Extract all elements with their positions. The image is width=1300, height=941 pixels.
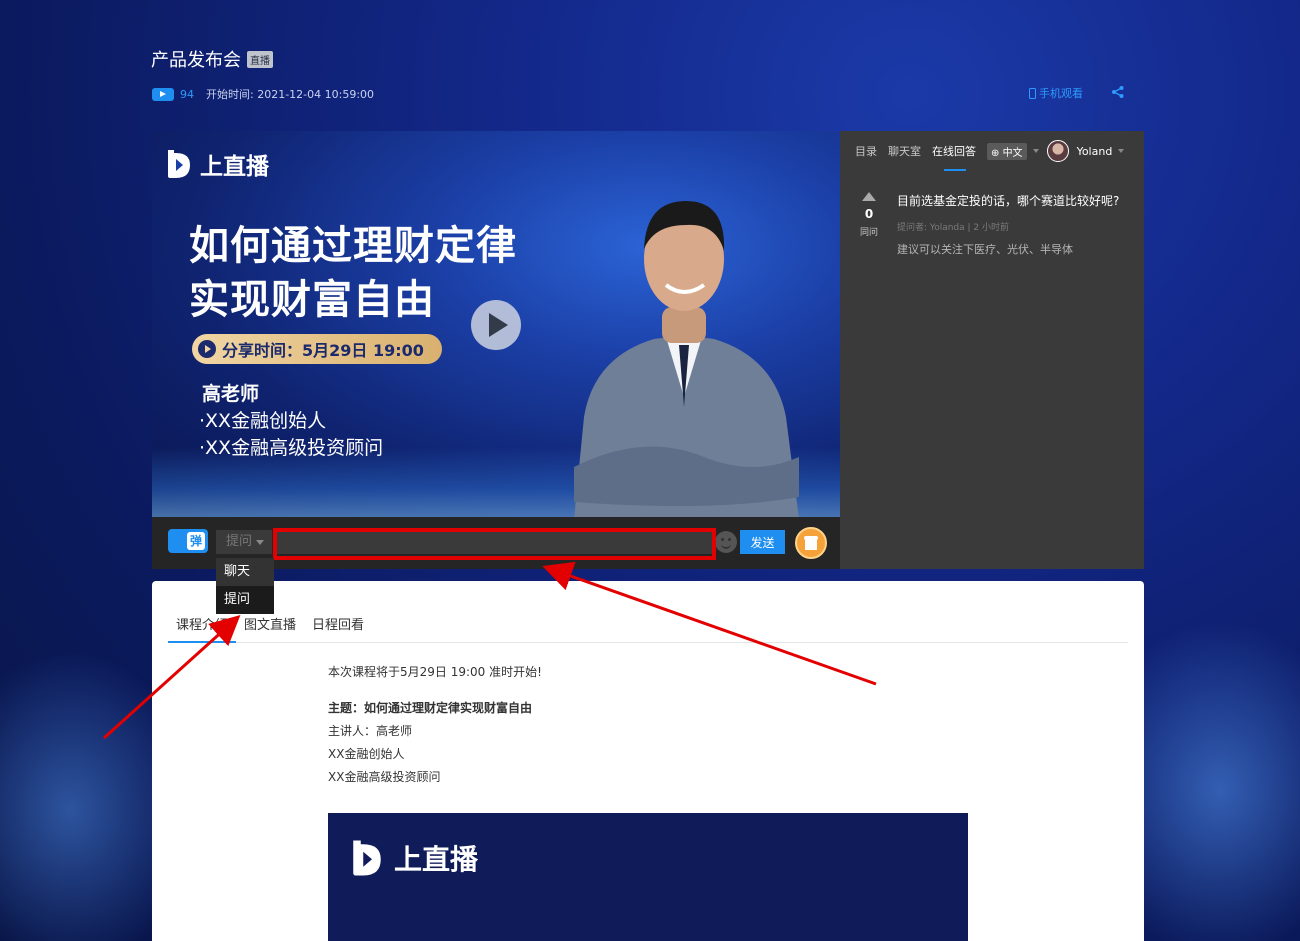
message-mode-value: 提问 xyxy=(226,534,253,549)
speaker-photo xyxy=(574,201,799,517)
qa-answer: 建议可以关注下医疗、光伏、半导体 xyxy=(897,243,1073,256)
tab-catalog[interactable]: 目录 xyxy=(855,143,877,159)
share-time-pill: 分享时间：5月29日 19:00 xyxy=(192,334,442,364)
dropdown-item-chat[interactable]: 聊天 xyxy=(216,558,274,586)
vote-column: 0 同问 xyxy=(860,192,878,238)
intro-topic: 主题：如何通过理财定律实现财富自由 xyxy=(328,701,533,715)
tab-chatroom[interactable]: 聊天室 xyxy=(888,143,921,159)
brand-name: 上直播 xyxy=(200,154,269,180)
share-icon[interactable] xyxy=(1111,85,1125,99)
live-badge: 直播 xyxy=(247,50,273,68)
emoji-icon[interactable] xyxy=(715,531,737,553)
poster-headline: 如何通过理财定律 实现财富自由 xyxy=(189,219,517,327)
phone-icon xyxy=(1029,87,1036,99)
view-count: 94 xyxy=(180,87,194,101)
brand-logo-icon xyxy=(353,840,381,876)
speaker-name: 高老师 xyxy=(202,383,260,405)
play-button[interactable] xyxy=(471,300,521,350)
upvote-icon[interactable] xyxy=(862,192,876,201)
video-views-icon xyxy=(152,87,174,101)
send-button[interactable]: 发送 xyxy=(740,530,785,554)
speaker-title-2: ·XX金融高级投资顾问 xyxy=(199,437,384,459)
brand-logo-icon xyxy=(168,150,190,178)
headline-line-2: 实现财富自由 xyxy=(189,277,435,323)
chevron-down-icon xyxy=(1032,149,1039,153)
vote-count: 0 xyxy=(864,207,874,221)
player-brand: 上直播 xyxy=(164,147,269,181)
same-question-label[interactable]: 同问 xyxy=(860,225,878,238)
headline-line-1: 如何通过理财定律 xyxy=(189,223,517,269)
dropdown-item-question[interactable]: 提问 xyxy=(216,586,274,614)
tab-schedule-replay[interactable]: 日程回看 xyxy=(304,617,372,643)
meta-row: 94 开始时间: 2021-12-04 10:59:00 xyxy=(152,86,374,102)
user-name[interactable]: Yoland xyxy=(1077,145,1113,158)
course-intro: 本次课程将于5月29日 19:00 准时开始! 主题：如何通过理财定律实现财富自… xyxy=(328,661,542,789)
language-value: 中文 xyxy=(1002,147,1023,159)
qa-question: 目前选基金定投的话，哪个赛道比较好呢? xyxy=(897,194,1120,208)
tab-text-live[interactable]: 图文直播 xyxy=(236,617,304,643)
content-panel: 课程介绍 图文直播 日程回看 本次课程将于5月29日 19:00 准时开始! 主… xyxy=(152,581,1144,941)
tab-course-intro[interactable]: 课程介绍 xyxy=(168,617,237,643)
language-select[interactable]: ⊕ 中文 xyxy=(987,142,1027,160)
side-tabs: 目录 聊天室 在线回答 ⊕ 中文 Yoland xyxy=(840,131,1144,171)
message-mode-select[interactable]: 提问 xyxy=(216,530,272,554)
video-player[interactable]: 上直播 如何通过理财定律 实现财富自由 分享时间：5月29日 19:00 高老师… xyxy=(152,131,840,517)
banner-brand-name: 上直播 xyxy=(394,843,479,876)
page-title: 产品发布会 直播 xyxy=(151,46,273,72)
speaker-title-1: ·XX金融创始人 xyxy=(199,410,327,432)
content-tabs: 课程介绍 图文直播 日程回看 xyxy=(168,617,1128,643)
play-circle-icon xyxy=(198,340,216,358)
mobile-watch-label: 手机观看 xyxy=(1039,87,1083,100)
start-time: 开始时间: 2021-12-04 10:59:00 xyxy=(206,88,375,101)
intro-line-2: XX金融高级投资顾问 xyxy=(328,770,441,784)
intro-line-1: XX金融创始人 xyxy=(328,747,405,761)
danmu-toggle[interactable]: 弹 xyxy=(168,529,208,553)
tab-online-answers[interactable]: 在线回答 xyxy=(932,143,976,171)
speaker-info: 高老师 ·XX金融创始人 ·XX金融高级投资顾问 xyxy=(199,381,383,462)
highlight-input-box xyxy=(273,528,716,560)
message-mode-dropdown: 聊天 提问 xyxy=(216,558,274,614)
intro-lead: 本次课程将于5月29日 19:00 准时开始! xyxy=(328,665,542,679)
mobile-watch-link[interactable]: 手机观看 xyxy=(1029,85,1083,101)
avatar[interactable] xyxy=(1046,140,1069,162)
banner-brand: 上直播 xyxy=(348,838,478,878)
share-time-text: 分享时间：5月29日 19:00 xyxy=(222,341,424,360)
page-title-text: 产品发布会 xyxy=(151,50,241,71)
qa-meta: 提问者: Yolanda | 2 小时前 xyxy=(897,223,1009,233)
intro-presenter: 主讲人：高老师 xyxy=(328,724,413,738)
intro-banner-image: 上直播 xyxy=(328,813,968,941)
chevron-down-icon xyxy=(256,540,264,545)
side-panel: 目录 聊天室 在线回答 ⊕ 中文 Yoland 0 同问 目前选基金定投的话，哪… xyxy=(840,131,1144,569)
danmu-label: 弹 xyxy=(187,532,205,550)
gift-icon[interactable] xyxy=(795,527,827,559)
chevron-down-icon xyxy=(1118,149,1125,153)
